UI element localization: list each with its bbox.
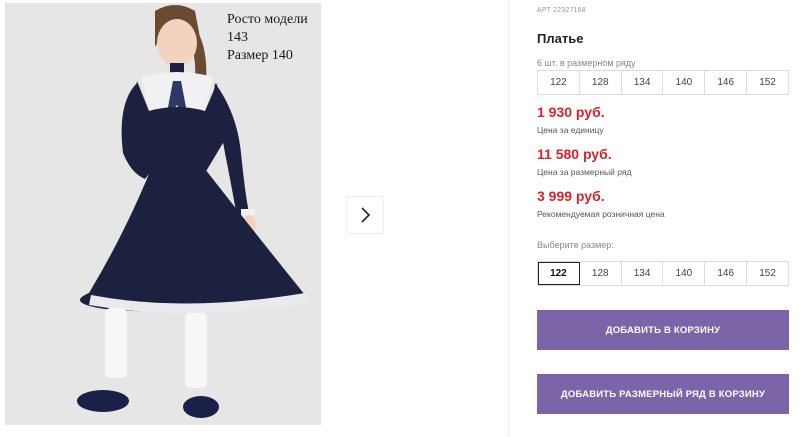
size-option-140[interactable]: 140: [663, 262, 706, 285]
size-option-152[interactable]: 152: [747, 262, 788, 285]
product-gallery: Росто модели 143 Размер 140: [0, 0, 508, 437]
size-option-134[interactable]: 134: [622, 262, 664, 285]
unit-price: 1 930 руб.: [537, 104, 605, 120]
model-illustration: [77, 5, 307, 418]
unit-price-note: Цена за единицу: [537, 125, 604, 135]
pack-size-140: 140: [663, 71, 706, 94]
model-size-label: Размер 140: [227, 48, 293, 63]
pack-size-label: 6 шт. в размерном ряду: [537, 58, 636, 68]
pack-size-128: 128: [580, 71, 622, 94]
pack-price-note: Цена за размерный ряд: [537, 167, 632, 177]
pack-size-134: 134: [622, 71, 664, 94]
size-selector: 122 128 134 140 146 152: [537, 261, 789, 286]
column-divider: [508, 0, 509, 437]
product-title: Платье: [537, 31, 584, 46]
model-info: Росто модели 143 Размер 140: [227, 11, 321, 65]
add-to-cart-button[interactable]: ДОБАВИТЬ В КОРЗИНУ: [537, 310, 789, 350]
retail-price-note: Рекомендуемая розничная цена: [537, 209, 665, 219]
choose-size-label: Выберите размер:: [537, 240, 614, 250]
pack-price: 11 580 руб.: [537, 146, 612, 162]
add-pack-to-cart-button[interactable]: ДОБАВИТЬ РАЗМЕРНЫЙ РЯД В КОРЗИНУ: [537, 374, 789, 414]
size-option-122[interactable]: 122: [538, 262, 580, 285]
next-image-button[interactable]: [346, 196, 384, 234]
size-option-128[interactable]: 128: [580, 262, 622, 285]
retail-price: 3 999 руб.: [537, 188, 605, 204]
size-option-146[interactable]: 146: [705, 262, 748, 285]
pack-size-122: 122: [538, 71, 580, 94]
model-height-label: Росто модели 143: [227, 12, 308, 45]
pack-size-list: 122 128 134 140 146 152: [537, 70, 789, 95]
article-number: АРТ 22327168: [537, 7, 586, 14]
product-photo: Росто модели 143 Размер 140: [5, 3, 321, 425]
pack-size-146: 146: [705, 71, 748, 94]
chevron-right-icon: [361, 207, 371, 223]
pack-size-152: 152: [759, 77, 776, 88]
